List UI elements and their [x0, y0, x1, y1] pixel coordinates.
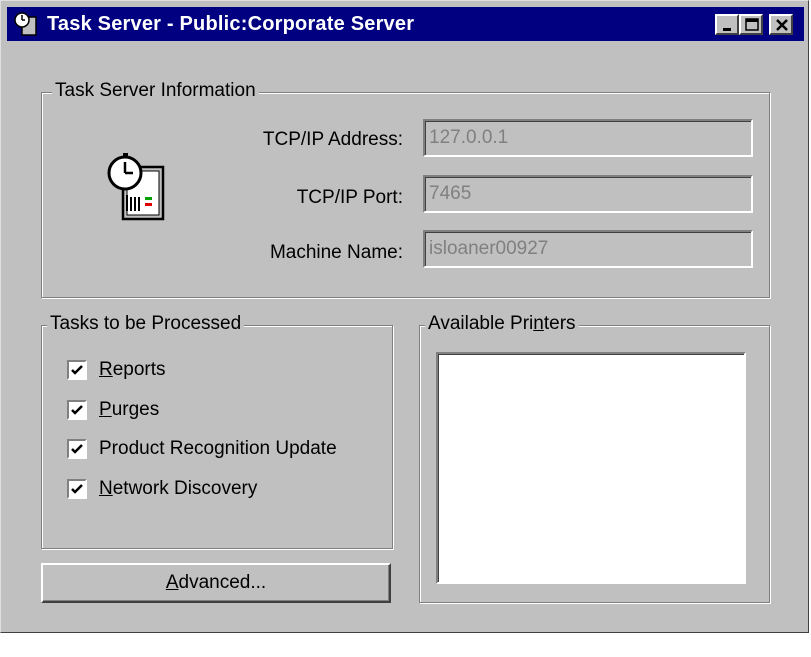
machine-name-label: Machine Name:: [269, 242, 403, 263]
printers-legend: Available Printers: [425, 313, 579, 335]
maximize-button[interactable]: [739, 14, 763, 35]
clock-server-icon: [107, 153, 165, 221]
close-icon: [776, 19, 788, 31]
reports-checkbox[interactable]: [67, 360, 87, 380]
checkmark-icon: [71, 484, 83, 494]
tcpip-address-field[interactable]: 127.0.0.1: [423, 119, 753, 157]
checkmark-icon: [71, 365, 83, 375]
network-discovery-label: Network Discovery: [99, 478, 258, 499]
product-recognition-checkbox[interactable]: [67, 439, 87, 459]
tcpip-port-label: TCP/IP Port:: [296, 187, 403, 208]
available-printers-list[interactable]: [436, 352, 746, 584]
minimize-button[interactable]: [715, 14, 739, 35]
purges-label: Purges: [99, 399, 160, 420]
tcpip-port-field[interactable]: 7465: [423, 175, 753, 213]
machine-name-field[interactable]: isloaner00927: [423, 230, 753, 268]
minimize-icon: [723, 28, 731, 31]
title-bar[interactable]: Task Server - Public:Corporate Server: [7, 7, 804, 41]
task-server-info-legend: Task Server Information: [52, 80, 259, 102]
advanced-button[interactable]: Advanced...: [41, 563, 391, 603]
tasks-legend: Tasks to be Processed: [47, 313, 245, 335]
purges-checkbox[interactable]: [67, 400, 87, 420]
app-icon: [14, 12, 37, 36]
product-recognition-label: Product Recognition Update: [99, 438, 337, 459]
maximize-icon: [745, 18, 759, 31]
close-button[interactable]: [769, 14, 793, 35]
window-title: Task Server - Public:Corporate Server: [47, 13, 415, 35]
tasks-group: Tasks to be Processed: [41, 313, 393, 549]
task-server-window: Task Server - Public:Corporate Server Ta…: [0, 0, 809, 633]
reports-label: Reports: [99, 359, 166, 380]
network-discovery-checkbox[interactable]: [67, 479, 87, 499]
checkmark-icon: [71, 405, 83, 415]
tcpip-address-label: TCP/IP Address:: [262, 129, 403, 150]
checkmark-icon: [71, 444, 83, 454]
